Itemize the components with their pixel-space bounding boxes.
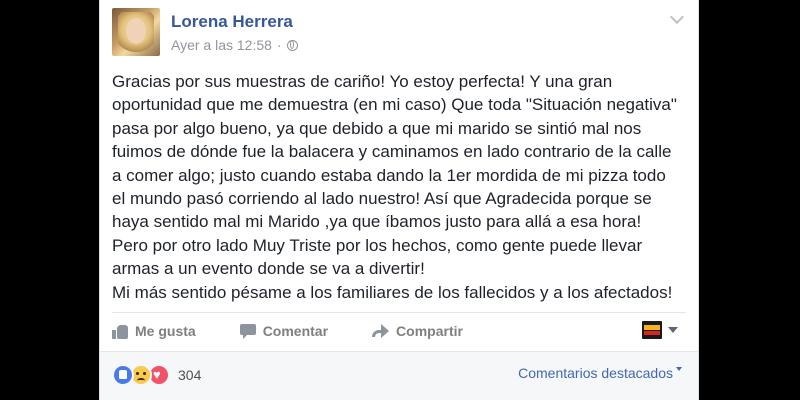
post-text: Gracias por sus muestras de cariño! Yo e… xyxy=(112,72,677,302)
caret-down-icon xyxy=(668,327,678,333)
post-card: Lorena Herrera Ayer a las 12:58 · Gracia… xyxy=(99,0,699,400)
like-label: Me gusta xyxy=(135,323,196,339)
thumbs-up-icon xyxy=(112,324,128,339)
globe-icon[interactable] xyxy=(286,39,298,51)
post-time-row: Ayer a las 12:58 · xyxy=(171,37,298,53)
divider xyxy=(112,312,686,313)
comment-sort-dropdown[interactable]: Comentarios destacados xyxy=(518,365,682,381)
like-button[interactable]: Me gusta xyxy=(112,316,196,346)
chevron-down-icon[interactable] xyxy=(669,9,685,25)
share-label: Compartir xyxy=(396,323,463,339)
reactions-bar: 304 Comentarios destacados xyxy=(100,352,698,400)
comment-label: Comentar xyxy=(262,323,329,339)
post-meta: Lorena Herrera Ayer a las 12:58 · xyxy=(171,8,298,54)
meta-separator: · xyxy=(276,37,282,53)
page-selector[interactable] xyxy=(642,321,678,339)
author-name[interactable]: Lorena Herrera xyxy=(171,12,298,32)
share-button[interactable]: Compartir xyxy=(372,316,463,346)
post-header: Lorena Herrera Ayer a las 12:58 · xyxy=(112,8,298,56)
comment-button[interactable]: Comentar xyxy=(239,316,329,346)
caret-down-icon xyxy=(676,367,682,371)
comment-sort-label: Comentarios destacados xyxy=(518,365,673,381)
page-avatar-icon xyxy=(642,321,662,339)
share-icon xyxy=(372,324,390,338)
avatar-face xyxy=(126,18,146,44)
comment-icon xyxy=(239,324,256,339)
reaction-count: 304 xyxy=(178,367,202,383)
like-reaction-icon xyxy=(112,364,134,386)
reaction-summary[interactable]: 304 xyxy=(112,364,201,386)
post-timestamp[interactable]: Ayer a las 12:58 xyxy=(171,37,272,53)
author-avatar[interactable] xyxy=(112,8,160,56)
action-bar: Me gusta Comentar Compartir xyxy=(112,316,507,346)
